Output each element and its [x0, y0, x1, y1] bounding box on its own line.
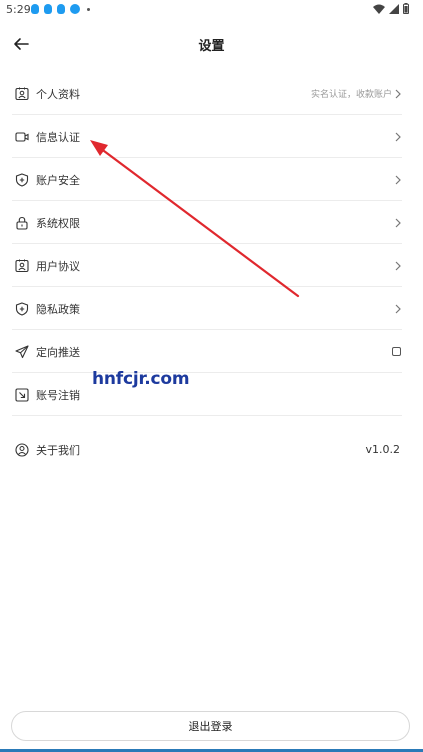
settings-item-label: 账号注销 [36, 388, 80, 402]
app-version: v1.0.2 [365, 443, 401, 456]
settings-item-label: 个人资料 [36, 87, 80, 101]
page-title: 设置 [198, 39, 225, 54]
chevron-right-icon [395, 218, 401, 227]
chevron-right-icon [395, 304, 401, 313]
settings-item-label: 定向推送 [36, 345, 80, 359]
settings-item-account-security[interactable]: 账户安全 [12, 158, 402, 201]
watermark-text: hnfcjr.com [92, 369, 190, 389]
settings-item-privacy-policy[interactable]: 隐私政策 [12, 287, 402, 330]
notification-icons [31, 4, 90, 14]
settings-item-label: 关于我们 [36, 443, 80, 457]
logout-button[interactable]: 退出登录 [11, 711, 410, 741]
chevron-right-icon [395, 175, 401, 184]
signal-icon [389, 3, 399, 14]
chevron-right-icon [395, 261, 401, 270]
paper-plane-icon [14, 344, 30, 360]
exit-box-icon [14, 387, 30, 403]
settings-item-delete-account[interactable]: 账号注销 [12, 373, 402, 416]
settings-item-hint: 实名认证，收款账户 [310, 90, 392, 100]
qq-icon [44, 4, 52, 14]
id-card-icon [14, 86, 30, 102]
settings-item-label: 信息认证 [36, 130, 80, 144]
qq-icon [57, 4, 65, 14]
status-bar: 5:29 [0, 0, 423, 20]
shield-plus-icon [14, 172, 30, 188]
settings-item-system-permissions[interactable]: 系统权限 [12, 201, 402, 244]
settings-item-label: 隐私政策 [36, 302, 80, 316]
settings-item-label: 账户安全 [36, 173, 80, 187]
settings-item-label: 系统权限 [36, 216, 80, 230]
more-notifications-icon [87, 7, 90, 11]
lock-icon [14, 215, 30, 231]
system-icons [373, 3, 409, 14]
settings-item-about-us[interactable]: 关于我们 v1.0.2 [12, 428, 402, 471]
user-circle-icon [14, 442, 30, 458]
shield-plus-icon [14, 301, 30, 317]
status-time: 5:29 [6, 3, 31, 16]
camera-icon [14, 129, 30, 145]
settings-item-user-agreement[interactable]: 用户协议 [12, 244, 402, 287]
settings-item-targeted-push[interactable]: 定向推送 [12, 330, 402, 373]
qq-icon [31, 4, 39, 14]
settings-item-label: 用户协议 [36, 259, 80, 273]
settings-item-info-verification[interactable]: 信息认证 [12, 115, 402, 158]
divider [12, 415, 402, 416]
header-bar: 设置 [0, 22, 423, 66]
wifi-icon [373, 4, 385, 14]
push-toggle-checkbox[interactable] [392, 347, 401, 356]
app-badge-icon [70, 4, 80, 14]
chevron-right-icon [395, 132, 401, 141]
settings-item-profile[interactable]: 个人资料 实名认证，收款账户 [12, 72, 402, 115]
chevron-right-icon [395, 89, 401, 98]
id-card-icon [14, 258, 30, 274]
battery-icon [403, 3, 409, 14]
